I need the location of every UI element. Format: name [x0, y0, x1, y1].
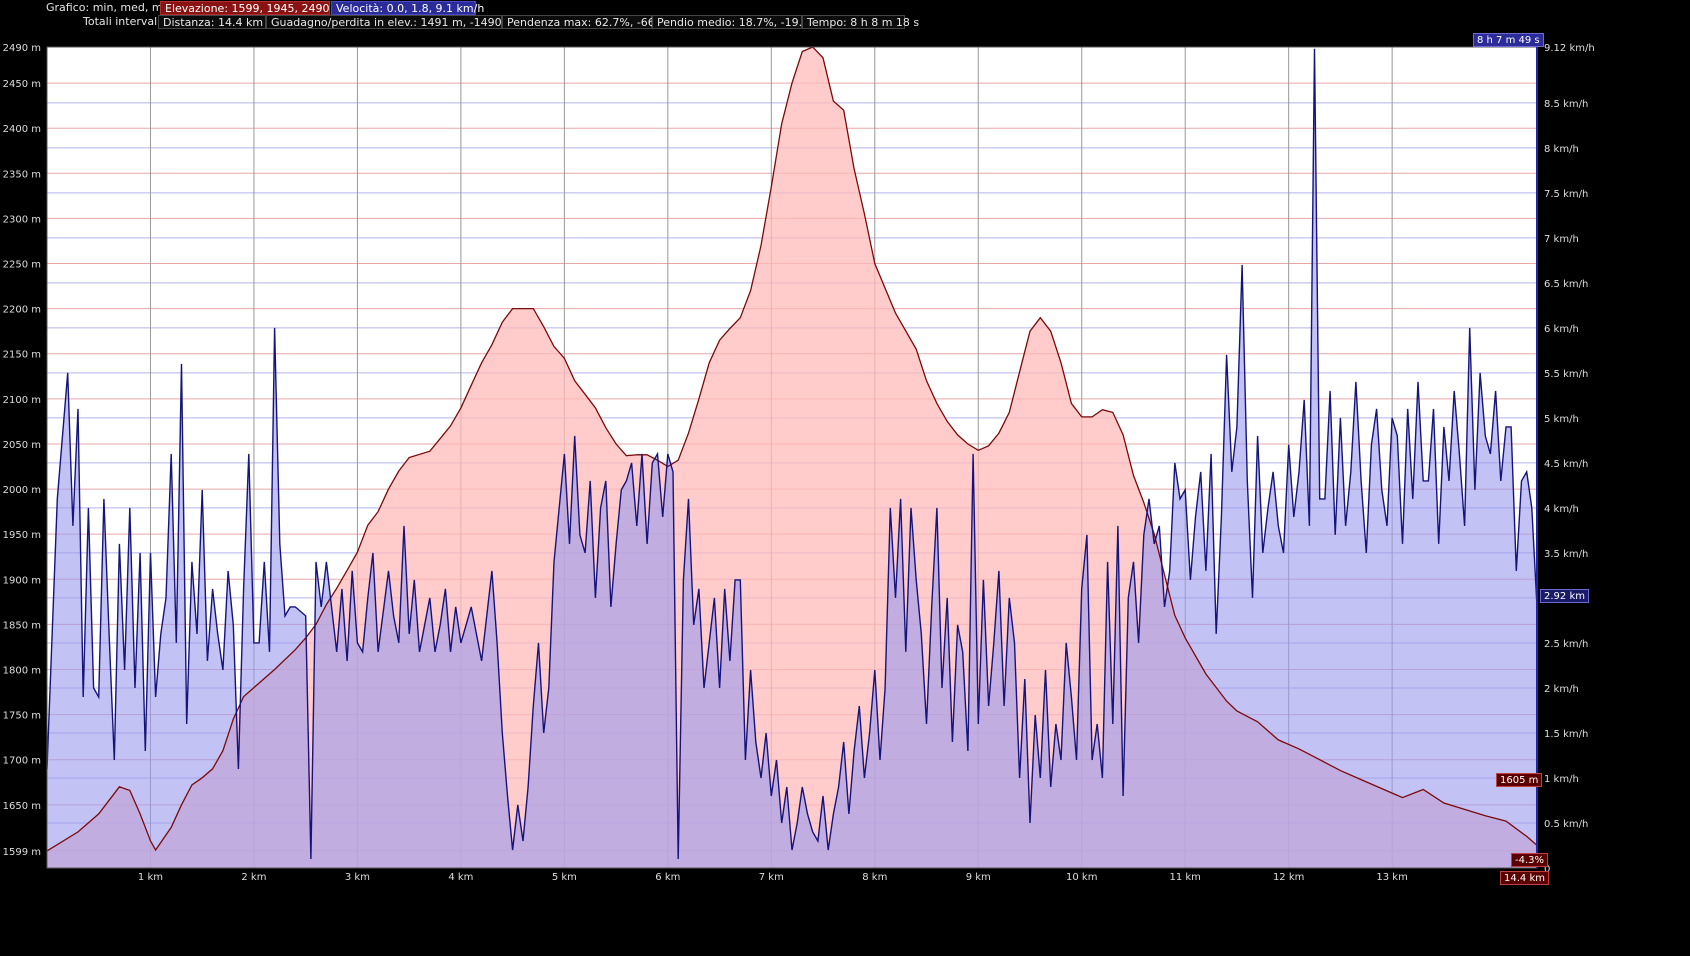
- y-right-tick-label: 1 km/h: [1544, 774, 1579, 785]
- y-left-tick-label: 2150 m: [3, 350, 41, 361]
- y-left-tick-label: 2200 m: [3, 305, 41, 316]
- y-left-tick-label: 2400 m: [3, 124, 41, 135]
- y-left-tick-label: 1599 m: [3, 847, 41, 858]
- y-left-tick-label: 1950 m: [3, 530, 41, 541]
- time-readout: 8 h 7 m 49 s: [1473, 33, 1544, 47]
- y-left-tick-label: 2450 m: [3, 79, 41, 90]
- y-left-tick-label: 1650 m: [3, 801, 41, 812]
- x-tick-label: 11 km: [1169, 872, 1200, 883]
- y-right-tick-label: 6 km/h: [1544, 324, 1579, 335]
- y-right-tick-label: 2 km/h: [1544, 684, 1579, 695]
- x-tick-label: 5 km: [552, 872, 577, 883]
- x-tick-label: 3 km: [345, 872, 370, 883]
- y-right-tick-label: 0.5 km/h: [1544, 819, 1588, 830]
- y-right-tick-label: 9.12 km/h: [1544, 43, 1595, 54]
- x-tick-label: 1 km: [138, 872, 163, 883]
- y-left-tick-label: 1750 m: [3, 711, 41, 722]
- y-left-tick-label: 2100 m: [3, 395, 41, 406]
- y-left-tick-label: 2000 m: [3, 485, 41, 496]
- x-tick-label: 9 km: [966, 872, 991, 883]
- y-left-tick-label: 2300 m: [3, 214, 41, 225]
- y-left-tick-label: 1850 m: [3, 620, 41, 631]
- x-tick-label: 10 km: [1066, 872, 1097, 883]
- y-right-tick-label: 7 km/h: [1544, 234, 1579, 245]
- y-right-tick-label: 4.5 km/h: [1544, 459, 1588, 470]
- elevation-readout: 1605 m: [1496, 773, 1543, 787]
- y-left-tick-label: 2250 m: [3, 260, 41, 271]
- y-right-tick-label: 5 km/h: [1544, 414, 1579, 425]
- slope-readout: -4.3%: [1511, 853, 1549, 867]
- y-right-tick-label: 8 km/h: [1544, 144, 1579, 155]
- x-tick-label: 2 km: [241, 872, 266, 883]
- y-left-tick-label: 2350 m: [3, 169, 41, 180]
- y-left-tick-label: 2050 m: [3, 440, 41, 451]
- distance-readout: 14.4 km: [1500, 871, 1549, 885]
- x-tick-label: 4 km: [448, 872, 473, 883]
- y-right-tick-label: 8.5 km/h: [1544, 99, 1588, 110]
- x-tick-label: 12 km: [1273, 872, 1304, 883]
- elevation-speed-chart[interactable]: 2490 m 2450 m 2400 m 2350 m 2300 m 2250 m 2200…: [0, 0, 1690, 956]
- y-left-tick-label: 1700 m: [3, 756, 41, 767]
- y-left-tick-label: 2490 m: [3, 43, 41, 54]
- y-right-tick-label: 7.5 km/h: [1544, 189, 1588, 200]
- y-left-tick-label: 1800 m: [3, 666, 41, 677]
- y-right-tick-label: 3.5 km/h: [1544, 549, 1588, 560]
- y-right-tick-label: 6.5 km/h: [1544, 279, 1588, 290]
- x-tick-label: 8 km: [862, 872, 887, 883]
- y-right-tick-label: 4 km/h: [1544, 504, 1579, 515]
- x-tick-label: 6 km: [655, 872, 680, 883]
- x-tick-label: 13 km: [1376, 872, 1407, 883]
- y-right-tick-label: 1.5 km/h: [1544, 729, 1588, 740]
- y-left-tick-label: 1900 m: [3, 575, 41, 586]
- y-right-tick-label: 5.5 km/h: [1544, 369, 1588, 380]
- y-right-tick-label: 2.5 km/h: [1544, 639, 1588, 650]
- speed-readout: 2.92 km: [1540, 589, 1589, 603]
- x-tick-label: 7 km: [759, 872, 784, 883]
